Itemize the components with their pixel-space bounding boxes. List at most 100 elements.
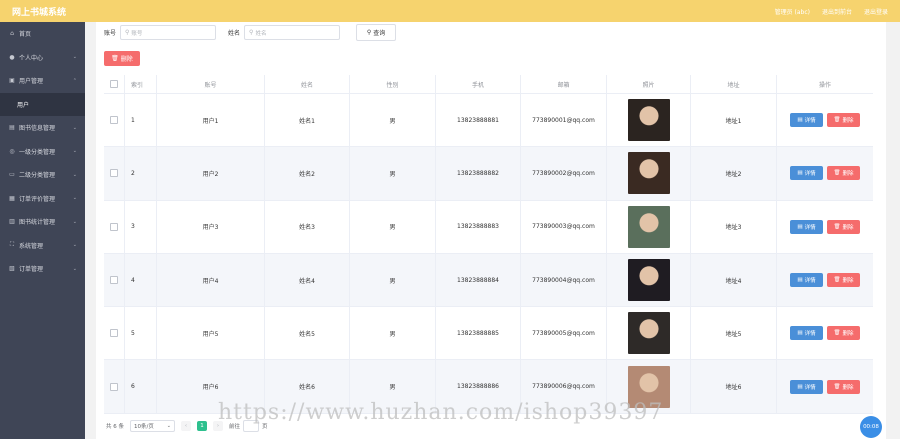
search-icon: ⚲ — [125, 29, 130, 36]
prev-page-button[interactable]: ‹ — [181, 421, 191, 431]
sidebar-item-category-1[interactable]: ◎ 一级分类管理 ⌄ — [0, 140, 85, 164]
cell-account: 用户2 — [157, 147, 265, 200]
row-checkbox[interactable] — [104, 307, 125, 360]
chevron-down-icon: ⌄ — [72, 148, 77, 155]
table-row: 1 用户1 姓名1 男 13823888881 773890001@qq.com 地址1 ▤ 详… — [104, 94, 873, 148]
cell-email: 773890001@qq.com — [521, 94, 607, 147]
system-icon: ⛶ — [9, 241, 15, 249]
cell-photo — [607, 94, 691, 147]
to-frontend-link[interactable]: 退出到前台 — [822, 7, 852, 16]
user-photo — [627, 99, 670, 142]
cell-phone: 13823888881 — [436, 94, 521, 147]
row-checkbox[interactable] — [104, 360, 125, 413]
cell-index: 3 — [125, 200, 157, 253]
sidebar-item-orders[interactable]: ▧ 订单管理 ⌄ — [0, 257, 85, 281]
sidebar-item-profile[interactable]: ● 个人中心 ⌄ — [0, 46, 85, 70]
sidebar-item-label: 用户管理 — [19, 78, 44, 86]
sidebar-item-users[interactable]: 用户 — [0, 92, 85, 116]
trash-icon: 🗑 — [833, 330, 841, 337]
logout-link[interactable]: 退出登录 — [864, 7, 888, 16]
cell-address: 地址2 — [691, 147, 777, 200]
delete-button[interactable]: 🗑 删除 — [827, 113, 860, 128]
row-checkbox[interactable] — [104, 147, 125, 200]
cell-email: 773890003@qq.com — [521, 200, 607, 253]
account-label: 账号 — [104, 30, 117, 37]
row-checkbox[interactable] — [104, 200, 125, 253]
page-size-select[interactable]: 10条/页 ⌄ — [130, 420, 175, 432]
cell-gender: 男 — [350, 253, 436, 307]
page-number-button[interactable]: 1 — [197, 421, 207, 431]
cell-account: 用户5 — [157, 307, 265, 360]
query-button[interactable]: ⚲ 查询 — [356, 24, 397, 41]
cell-phone: 13823888884 — [436, 253, 521, 307]
detail-button[interactable]: ▤ 详情 — [790, 166, 823, 181]
sidebar-item-label: 订单管理 — [19, 266, 44, 274]
select-all-checkbox[interactable] — [104, 75, 125, 93]
table-header: 索引 账号 姓名 性别 手机 邮箱 照片 地址 操作 — [104, 75, 873, 94]
sidebar-item-book-stats[interactable]: ▥ 图书统计管理 ⌄ — [0, 210, 85, 234]
cell-actions: ▤ 详情 🗑 删除 — [777, 307, 873, 359]
table-row: 4 用户4 姓名4 男 13823888884 773890004@qq.com 地址4 ▤ 详… — [104, 253, 873, 308]
account-search-input[interactable]: ⚲ 账号 — [120, 25, 217, 40]
delete-button[interactable]: 🗑 删除 — [827, 219, 860, 234]
sidebar-item-order-review[interactable]: ▦ 订单评价管理 ⌄ — [0, 187, 85, 211]
main-panel: 账号 ⚲ 账号 姓名 ⚲ 姓名 ⚲ 查询 🗑 删除 索引 账号 姓名 性别 手机… — [96, 22, 886, 439]
detail-icon: ▤ — [797, 383, 803, 390]
delete-button[interactable]: 🗑 删除 — [827, 326, 860, 341]
chevron-down-icon: ⌄ — [72, 265, 77, 272]
sidebar-item-label: 图书统计管理 — [19, 219, 56, 227]
name-search-input[interactable]: ⚲ 姓名 — [244, 25, 341, 40]
table-row: 5 用户5 姓名5 男 13823888885 773890005@qq.com 地址5 ▤ 详… — [104, 307, 873, 361]
sidebar-item-home[interactable]: ⌂ 首页 — [0, 22, 85, 46]
sidebar-item-book-info[interactable]: ▤ 图书信息管理 ⌄ — [0, 116, 85, 140]
admin-label[interactable]: 管理员 (abc) — [775, 7, 810, 16]
review-icon: ▦ — [9, 194, 15, 202]
detail-icon: ▤ — [797, 117, 803, 124]
sidebar-item-label: 系统管理 — [19, 242, 44, 250]
row-checkbox[interactable] — [104, 253, 125, 307]
sidebar-item-label: 图书信息管理 — [19, 125, 56, 133]
detail-button[interactable]: ▤ 详情 — [790, 113, 823, 128]
cell-phone: 13823888883 — [436, 200, 521, 253]
sidebar-item-category-2[interactable]: ▭ 二级分类管理 ⌄ — [0, 163, 85, 187]
sidebar-item-label: 首页 — [19, 31, 32, 39]
chevron-down-icon: ⌄ — [166, 423, 171, 429]
search-icon: ⚲ — [366, 29, 372, 36]
cell-address: 地址6 — [691, 360, 777, 413]
row-checkbox[interactable] — [104, 94, 125, 147]
column-header: 性别 — [350, 75, 436, 93]
chevron-down-icon: ⌄ — [72, 218, 77, 225]
detail-button[interactable]: ▤ 详情 — [790, 326, 823, 341]
delete-button[interactable]: 🗑 删除 — [827, 273, 860, 288]
delete-button[interactable]: 🗑 删除 — [827, 379, 860, 394]
sidebar-item-user-management[interactable]: ▣ 用户管理 ⌃ — [0, 69, 85, 93]
total-count: 共 6 条 — [106, 424, 124, 430]
chevron-down-icon: ⌄ — [72, 195, 77, 202]
delete-button[interactable]: 🗑 删除 — [827, 166, 860, 181]
cell-name: 姓名5 — [265, 307, 350, 360]
detail-button[interactable]: ▤ 详情 — [790, 219, 823, 234]
timer-badge[interactable]: 00:08 — [860, 416, 882, 438]
detail-button[interactable]: ▤ 详情 — [790, 379, 823, 394]
cell-email: 773890002@qq.com — [521, 147, 607, 200]
column-header: 姓名 — [265, 75, 350, 93]
user-icon: ● — [9, 53, 15, 61]
user-photo — [627, 205, 670, 248]
page-scrollbar[interactable] — [888, 22, 900, 439]
user-photo — [627, 312, 670, 355]
subcategory-icon: ▭ — [9, 171, 15, 179]
top-header: 网上书城系统 管理员 (abc) 退出到前台 退出登录 — [0, 0, 900, 22]
sidebar-item-system[interactable]: ⛶ 系统管理 ⌄ — [0, 234, 85, 258]
cell-email: 773890004@qq.com — [521, 253, 607, 307]
cell-name: 姓名2 — [265, 147, 350, 200]
detail-icon: ▤ — [797, 330, 803, 337]
batch-delete-button[interactable]: 🗑 删除 — [104, 51, 140, 66]
trash-icon: 🗑 — [833, 277, 841, 284]
detail-button[interactable]: ▤ 详情 — [790, 273, 823, 288]
user-photo — [627, 259, 670, 302]
cell-address: 地址3 — [691, 200, 777, 253]
column-header: 账号 — [157, 75, 265, 93]
cell-actions: ▤ 详情 🗑 删除 — [777, 360, 873, 412]
chevron-down-icon: ⌄ — [72, 54, 77, 61]
cell-address: 地址4 — [691, 253, 777, 307]
